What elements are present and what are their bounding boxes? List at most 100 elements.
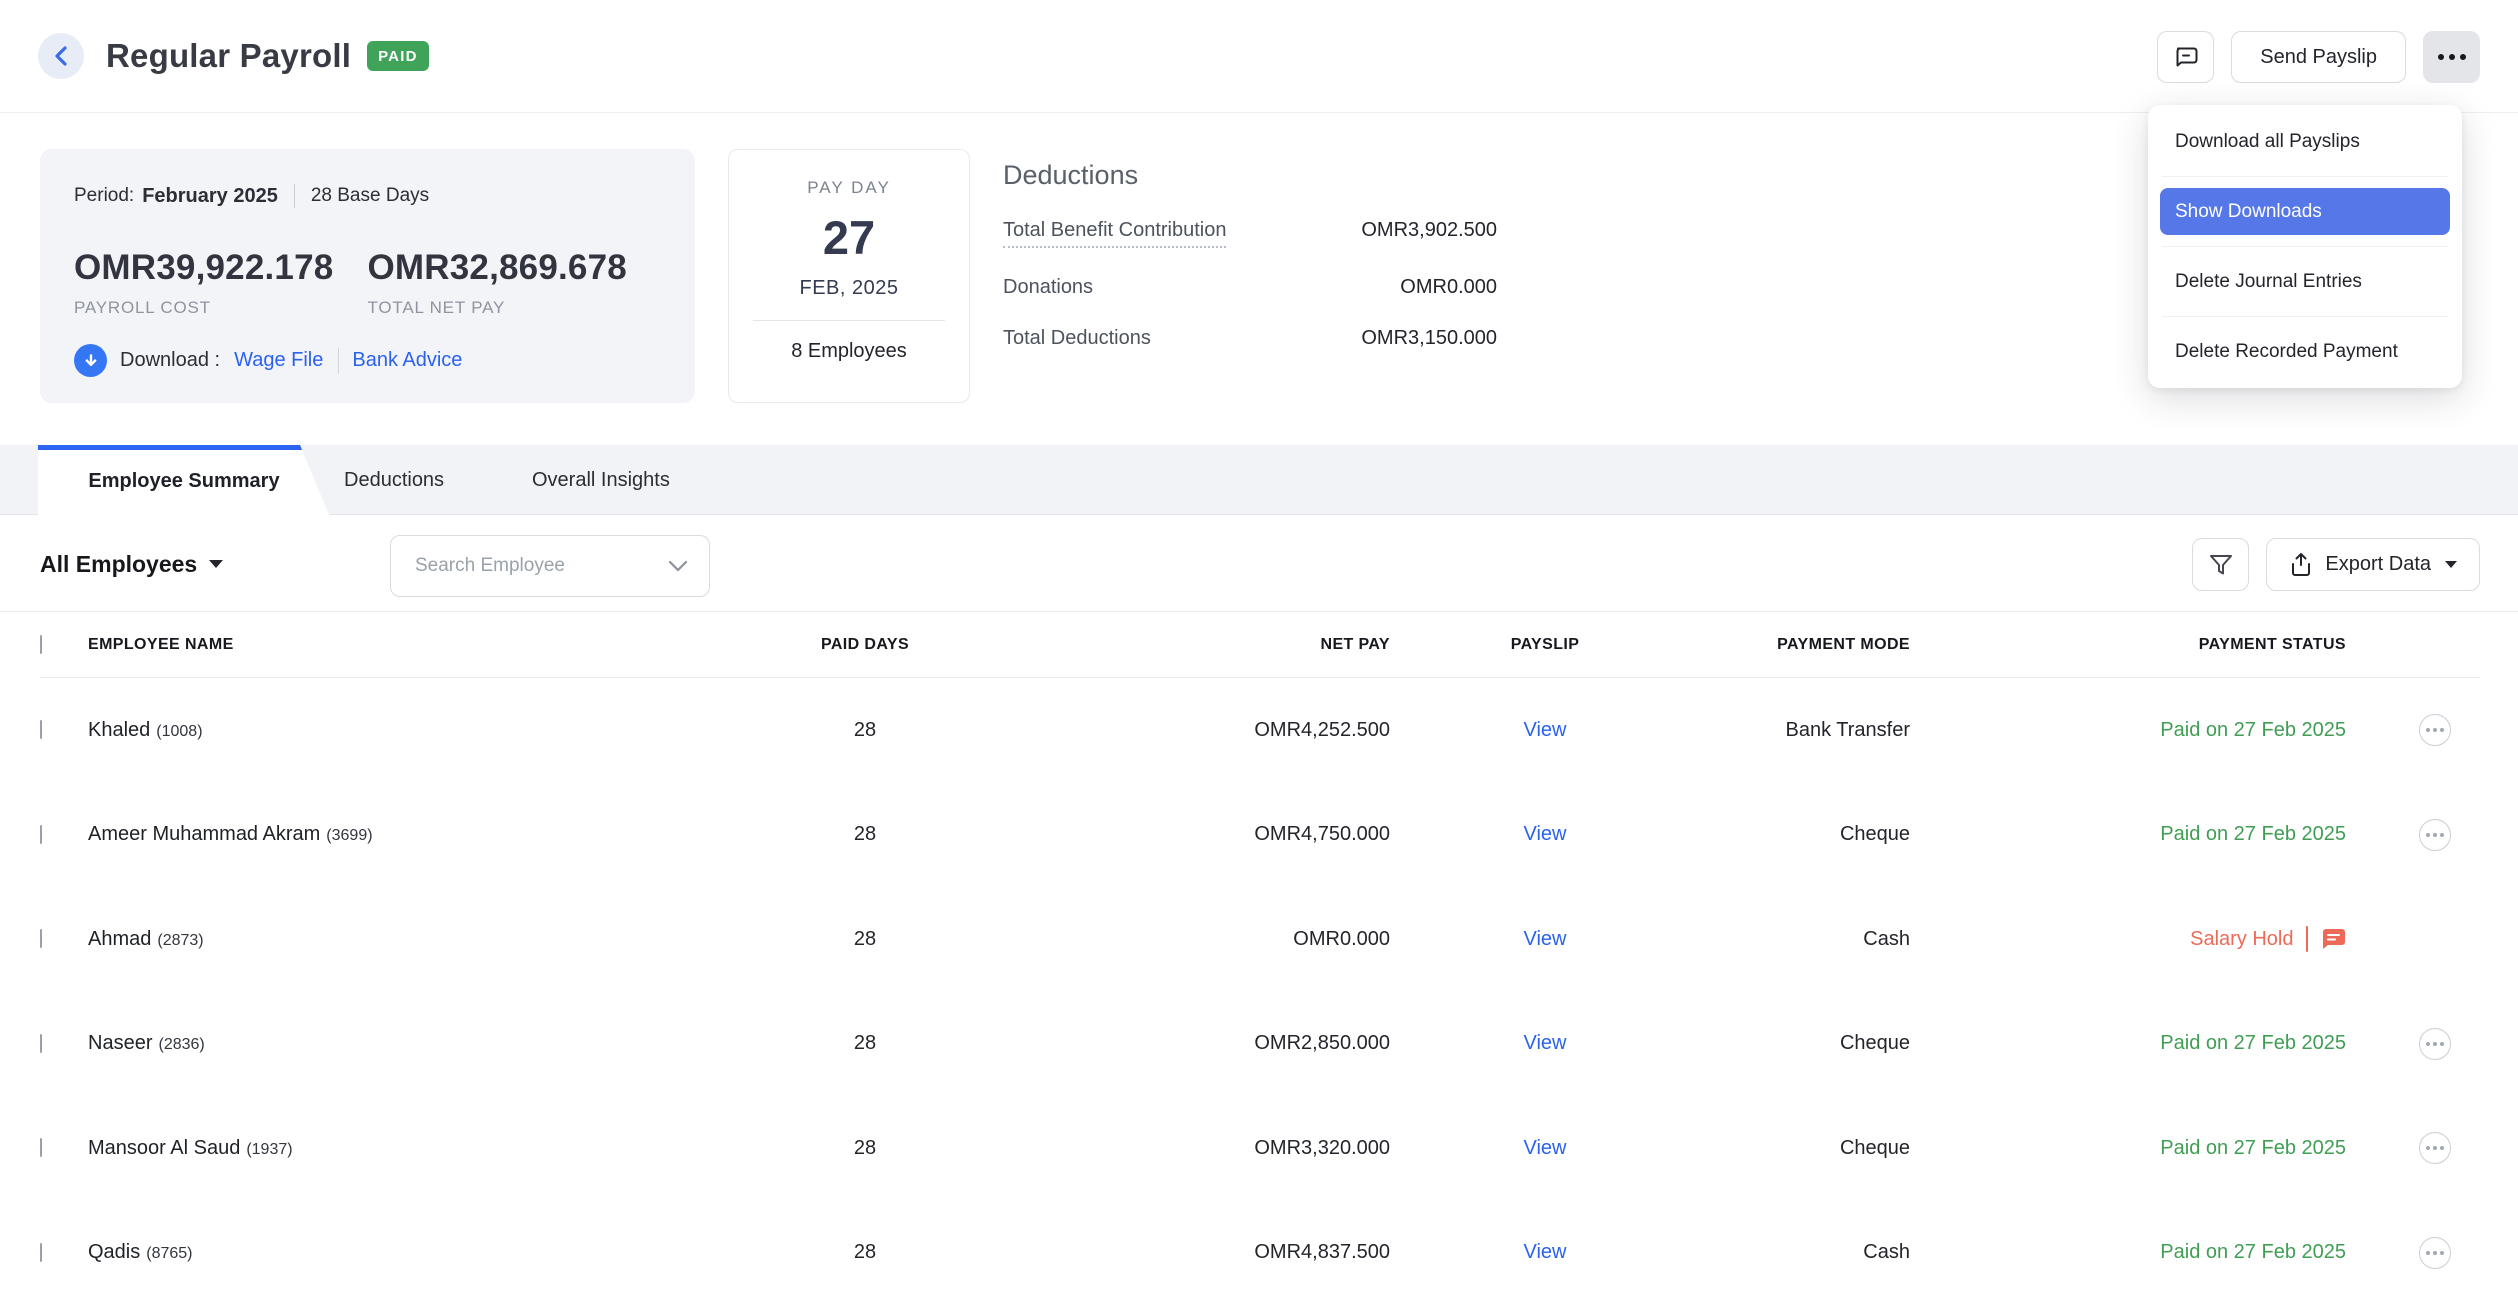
paid-days-value: 28 (853, 1241, 877, 1264)
period-row: Period: February 2025 28 Base Days (74, 184, 661, 208)
employee-id: (8765) (146, 1245, 193, 1263)
comments-button[interactable] (2157, 31, 2215, 83)
salary-hold-text: Salary Hold (2190, 927, 2294, 950)
view-payslip-link[interactable]: View (1524, 1241, 1567, 1263)
view-payslip-link[interactable]: View (1524, 1137, 1567, 1159)
table-toolbar: All Employees Export Data (0, 516, 2518, 612)
net-pay-value: OMR0.000 (1293, 927, 1390, 950)
table-row: Khaled (1008) 28 OMR4,252.500 View Bank T… (40, 678, 2480, 783)
payment-mode-value: Cash (1863, 927, 1910, 950)
employee-name[interactable]: Khaled (88, 719, 150, 741)
row-checkbox[interactable] (40, 1033, 42, 1053)
view-payslip-link[interactable]: View (1524, 719, 1567, 741)
paid-days-value: 28 (853, 927, 877, 950)
col-paid-days: PAID DAYS (820, 635, 910, 653)
back-button[interactable] (38, 33, 84, 79)
status-badge: PAID (367, 41, 429, 71)
employee-name[interactable]: Ameer Muhammad Akram (88, 823, 320, 845)
row-checkbox[interactable] (40, 1242, 42, 1262)
employee-name[interactable]: Qadis (88, 1241, 140, 1263)
paid-days-value: 28 (853, 1032, 877, 1055)
row-more-actions-button[interactable] (2419, 714, 2451, 747)
payment-status-paid: Paid on 27 Feb 2025 (2160, 1136, 2346, 1159)
menu-separator (2162, 246, 2448, 247)
menu-item-delete-journal-entries[interactable]: Delete Journal Entries (2160, 258, 2450, 305)
table-row: Ameer Muhammad Akram (3699) 28 OMR4,750.0… (40, 783, 2480, 888)
table-row: Naseer (2836) 28 OMR2,850.000 View Cheque… (40, 992, 2480, 1097)
paid-days-value: 28 (853, 823, 877, 846)
row-more-actions-button[interactable] (2419, 818, 2451, 851)
payment-mode-value: Cheque (1839, 1136, 1910, 1159)
deduction-label-donations: Donations (1003, 276, 1094, 298)
employee-name[interactable]: Ahmad (88, 928, 151, 950)
pay-day-month-year: FEB, 2025 (799, 277, 899, 299)
deductions-title: Deductions (1003, 160, 1139, 190)
payroll-cost-label: PAYROLL COST (74, 298, 211, 317)
tab-deductions[interactable]: Deductions (344, 445, 444, 515)
view-payslip-link[interactable]: View (1524, 1032, 1567, 1054)
row-checkbox[interactable] (40, 824, 42, 844)
tab-overall-insights[interactable]: Overall Insights (532, 445, 670, 515)
download-icon (74, 344, 107, 377)
row-checkbox[interactable] (40, 720, 42, 740)
employee-name[interactable]: Naseer (88, 1032, 152, 1054)
wage-file-link[interactable]: Wage File (234, 349, 323, 372)
view-payslip-link[interactable]: View (1524, 823, 1567, 845)
period-label: Period: (74, 185, 135, 206)
period-value: February 2025 (142, 184, 278, 207)
download-row: Download : Wage File Bank Advice (74, 344, 661, 377)
header-bar: Regular Payroll PAID Send Payslip (0, 0, 2518, 113)
payment-status-paid: Paid on 27 Feb 2025 (2160, 823, 2346, 846)
row-more-actions-button[interactable] (2419, 1132, 2451, 1165)
row-more-actions-button[interactable] (2419, 1236, 2451, 1269)
filter-button[interactable] (2192, 538, 2250, 591)
row-checkbox[interactable] (40, 929, 42, 949)
export-data-button[interactable]: Export Data (2266, 538, 2480, 591)
payment-mode-value: Bank Transfer (1785, 718, 1910, 741)
deduction-value: OMR3,902.500 (1361, 219, 1497, 241)
col-payslip: PAYSLIP (1510, 635, 1580, 653)
employee-id: (1937) (246, 1140, 293, 1158)
col-employee-name: EMPLOYEE NAME (88, 635, 234, 653)
deduction-label-total-benefit-contribution[interactable]: Total Benefit Contribution (1003, 219, 1227, 248)
caret-down-icon (2445, 561, 2457, 568)
menu-item-delete-recorded-payment[interactable]: Delete Recorded Payment (2160, 328, 2450, 375)
download-label: Download : (120, 349, 221, 371)
search-employee-input[interactable] (415, 555, 667, 577)
funnel-icon (2209, 554, 2232, 574)
employee-count: 8 Employees (791, 340, 907, 362)
send-payslip-button[interactable]: Send Payslip (2231, 31, 2406, 83)
table-row: Mansoor Al Saud (1937) 28 OMR3,320.000 Vi… (40, 1096, 2480, 1201)
ellipsis-icon (2437, 54, 2466, 60)
pay-day-number: 27 (822, 211, 876, 264)
export-icon (2292, 552, 2311, 576)
paid-days-value: 28 (853, 718, 877, 741)
row-checkbox[interactable] (40, 1138, 42, 1158)
menu-item-show-downloads[interactable]: Show Downloads (2160, 188, 2450, 235)
more-actions-button[interactable] (2423, 31, 2480, 83)
payment-mode-value: Cheque (1839, 1032, 1910, 1055)
menu-item-download-all-payslips[interactable]: Download all Payslips (2160, 118, 2450, 165)
payment-mode-value: Cash (1863, 1241, 1910, 1264)
paid-days-value: 28 (853, 1136, 877, 1159)
more-actions-menu: Download all Payslips Show Downloads Del… (2148, 105, 2462, 388)
employee-search-combobox[interactable] (390, 535, 710, 597)
employee-filter-dropdown[interactable]: All Employees (40, 516, 224, 612)
hold-comment-icon[interactable] (2320, 927, 2346, 951)
table-body: Khaled (1008) 28 OMR4,252.500 View Bank T… (40, 678, 2480, 1305)
caret-down-icon (209, 560, 224, 568)
col-payment-mode: PAYMENT MODE (1777, 635, 1910, 653)
tab-employee-summary[interactable]: Employee Summary (38, 445, 330, 517)
table-row: Ahmad (2873) 28 OMR0.000 View Cash Salary… (40, 887, 2480, 992)
payment-status-paid: Paid on 27 Feb 2025 (2160, 718, 2346, 741)
pay-day-card: PAY DAY 27 FEB, 2025 8 Employees (728, 149, 970, 403)
net-pay-value: OMR3,320.000 (1254, 1136, 1390, 1159)
select-all-checkbox[interactable] (40, 634, 42, 654)
pay-day-label: PAY DAY (807, 178, 891, 197)
header-actions: Send Payslip (2157, 31, 2480, 83)
bank-advice-link[interactable]: Bank Advice (352, 349, 462, 372)
row-more-actions-button[interactable] (2419, 1027, 2451, 1060)
employee-name[interactable]: Mansoor Al Saud (88, 1137, 240, 1159)
view-payslip-link[interactable]: View (1524, 928, 1567, 950)
menu-separator (2162, 316, 2448, 317)
